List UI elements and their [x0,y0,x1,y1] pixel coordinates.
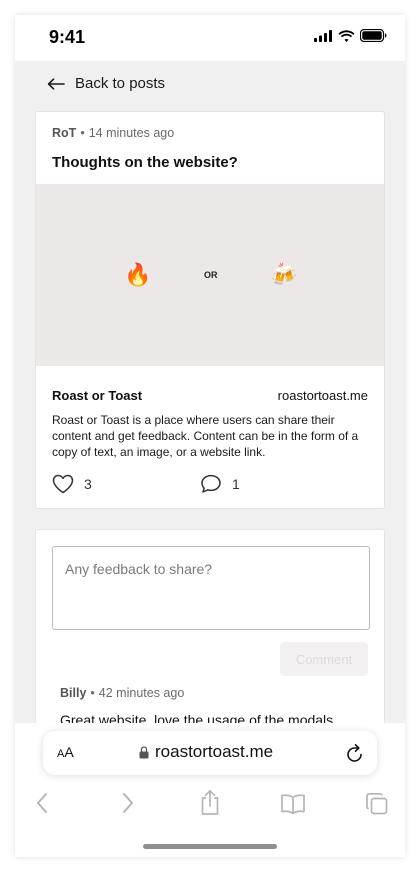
text-size-button[interactable]: AA [57,744,74,760]
link-preview-image[interactable]: 🔥 OR 🍻 [36,184,384,366]
browser-toolbar [15,789,405,831]
reload-icon[interactable] [345,742,365,764]
comments-button[interactable]: 1 [200,474,240,494]
chevron-right-icon[interactable] [121,791,135,815]
url-text: roastortoast.me [155,742,274,761]
url-display[interactable]: roastortoast.me [139,742,273,762]
like-count: 3 [84,476,92,492]
comment-time: 42 minutes ago [98,686,185,700]
site-url[interactable]: roastortoast.me [278,388,368,403]
aa-large: A [64,744,74,760]
or-label: OR [204,270,218,280]
feedback-input[interactable] [52,546,370,630]
post-reactions: 3 1 [52,474,372,498]
status-time: 9:41 [49,27,86,47]
post-title: Thoughts on the website? [52,154,238,171]
post-author: RoT [52,126,77,140]
book-icon[interactable] [280,793,306,815]
battery-icon [360,29,387,42]
chevron-left-icon[interactable] [35,791,49,815]
meta-separator: • [80,126,85,140]
phone-screen: 9:41 Back to posts RoT • 14 minutes ago … [15,15,405,857]
tabs-icon[interactable] [365,792,389,816]
fire-emoji: 🔥 [124,262,152,287]
comment-submit-button[interactable]: Comment [280,642,368,676]
post-card: RoT • 14 minutes ago Thoughts on the websi… [35,111,385,509]
comment-meta: Billy • 42 minutes ago [60,686,184,700]
post-meta: RoT • 14 minutes ago [52,126,174,140]
home-indicator [143,844,277,849]
share-icon[interactable] [199,789,221,817]
site-name: Roast or Toast [52,388,143,403]
back-to-posts-link[interactable]: Back to posts [47,75,165,92]
signal-icon [314,29,332,42]
wifi-icon [338,29,355,42]
meta-separator: • [90,686,95,700]
beers-emoji: 🍻 [270,262,298,287]
heart-icon [52,474,74,494]
browser-bar: AA roastortoast.me [15,723,405,857]
like-button[interactable]: 3 [52,474,92,494]
post-description: Roast or Toast is a place where users ca… [52,413,359,459]
arrow-left-icon [47,77,65,90]
status-bar: 9:41 [15,15,405,61]
comment-author: Billy [60,686,87,700]
address-bar[interactable]: AA roastortoast.me [43,731,377,775]
post-time: 14 minutes ago [88,126,175,140]
lock-icon [139,745,149,758]
status-icons [314,29,387,42]
comment-count: 1 [232,476,240,492]
back-label: Back to posts [75,75,166,92]
speech-bubble-icon [201,474,221,493]
